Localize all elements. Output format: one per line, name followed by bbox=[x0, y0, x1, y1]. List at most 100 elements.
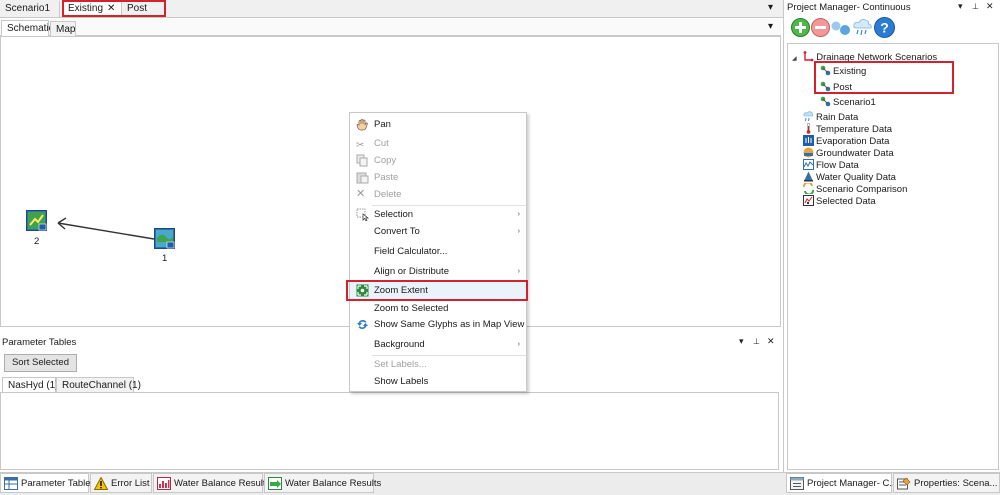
submenu-arrow-icon: › bbox=[517, 341, 520, 348]
menu-item-background-label: Background bbox=[374, 339, 425, 350]
flow-chart-icon bbox=[803, 159, 814, 170]
menu-item-zoom-to-selected[interactable]: Zoom to Selected bbox=[350, 300, 528, 317]
project-toolbar: ? bbox=[788, 17, 908, 39]
table-icon bbox=[4, 477, 18, 490]
rain-cloud-icon[interactable] bbox=[852, 18, 874, 37]
menu-item-selection[interactable]: Selection › bbox=[350, 206, 528, 223]
tab-routechannel-label: RouteChannel (1) bbox=[62, 380, 141, 391]
menu-item-field-calculator[interactable]: Field Calculator... bbox=[350, 243, 528, 260]
menu-item-pan[interactable]: Pan bbox=[350, 116, 528, 133]
water-quality-icon bbox=[804, 171, 813, 182]
tree-label-temperature-data: Temperature Data bbox=[816, 124, 893, 135]
parameter-table-grid[interactable] bbox=[0, 392, 779, 470]
panel-dropdown-icon[interactable]: ▾ bbox=[958, 1, 963, 12]
pin-icon[interactable]: ⊥ bbox=[972, 2, 979, 11]
selected-data-icon bbox=[803, 195, 814, 206]
help-icon[interactable]: ? bbox=[874, 17, 895, 38]
menu-item-show-same-glyphs-label: Show Same Glyphs as in Map View bbox=[374, 319, 525, 330]
submenu-arrow-icon: › bbox=[517, 211, 520, 218]
tree-label-water-quality-data: Water Quality Data bbox=[816, 172, 896, 183]
menu-item-delete[interactable]: ✕ Delete bbox=[350, 186, 528, 203]
delete-x-icon: ✕ bbox=[356, 188, 366, 200]
water-balance-arrow-icon bbox=[268, 477, 282, 490]
menu-item-show-labels[interactable]: Show Labels bbox=[350, 373, 528, 390]
link-arrow[interactable] bbox=[0, 0, 200, 260]
tree-label-evaporation-data: Evaporation Data bbox=[816, 136, 890, 147]
tree-node-scenario1[interactable]: Scenario1 bbox=[820, 96, 876, 109]
parameter-tables-title: Parameter Tables bbox=[2, 337, 77, 348]
add-icon[interactable] bbox=[791, 18, 810, 37]
refresh-icon bbox=[357, 319, 368, 330]
bottom-tab-project-manager-label: Project Manager- C... bbox=[807, 478, 898, 489]
selection-icon bbox=[356, 208, 369, 221]
thermometer-icon bbox=[806, 123, 811, 134]
menu-item-copy[interactable]: Copy bbox=[350, 152, 528, 169]
project-manager-icon bbox=[790, 477, 804, 490]
comparison-icon bbox=[803, 183, 814, 194]
bottom-tab-project-manager[interactable]: Project Manager- C... bbox=[786, 473, 897, 493]
menu-item-delete-label: Delete bbox=[374, 189, 402, 200]
panel-dropdown-icon[interactable]: ▾ bbox=[739, 336, 744, 347]
menu-item-pan-label: Pan bbox=[374, 119, 391, 130]
highlight-zoom-extent bbox=[346, 280, 528, 301]
menu-item-show-same-glyphs[interactable]: Show Same Glyphs as in Map View bbox=[350, 316, 528, 333]
menu-item-selection-label: Selection bbox=[374, 209, 414, 220]
menu-item-copy-label: Copy bbox=[374, 155, 397, 166]
menu-item-paste-label: Paste bbox=[374, 172, 399, 183]
sort-selected-button[interactable]: Sort Selected bbox=[4, 354, 77, 372]
copy-icon bbox=[356, 154, 368, 167]
close-icon[interactable]: ✕ bbox=[986, 1, 994, 12]
menu-item-convert-to[interactable]: Convert To › bbox=[350, 223, 528, 240]
tree-label-groundwater-data: Groundwater Data bbox=[816, 148, 894, 159]
doc-tabs-dropdown-icon[interactable]: ▾ bbox=[768, 2, 773, 13]
close-icon[interactable]: ✕ bbox=[767, 336, 775, 347]
water-balance-chart-icon bbox=[157, 477, 171, 490]
view-tabs-dropdown-icon[interactable]: ▾ bbox=[768, 21, 773, 32]
menu-item-show-labels-label: Show Labels bbox=[374, 376, 429, 387]
menu-item-set-labels[interactable]: Set Labels... bbox=[350, 356, 528, 373]
bottom-tab-error-list-label: Error List bbox=[111, 478, 150, 489]
svg-text:?: ? bbox=[880, 20, 889, 36]
bottom-tab-parameter-tables[interactable]: Parameter Tables bbox=[0, 473, 95, 493]
pan-hand-icon bbox=[356, 119, 368, 131]
scissors-icon: ✂ bbox=[356, 140, 365, 151]
menu-item-cut[interactable]: ✂ Cut bbox=[350, 135, 528, 152]
bottom-tab-error-list[interactable]: Error List bbox=[90, 473, 152, 493]
bottom-tab-properties[interactable]: Properties: Scena... bbox=[893, 473, 1000, 493]
menu-item-set-labels-label: Set Labels... bbox=[374, 359, 427, 370]
tree-node-selected-data[interactable]: Selected Data bbox=[803, 195, 876, 208]
right-panel-separator bbox=[783, 0, 784, 472]
submenu-arrow-icon: › bbox=[517, 268, 520, 275]
sort-selected-label: Sort Selected bbox=[11, 357, 70, 368]
tree-label-scenario-comparison: Scenario Comparison bbox=[816, 184, 908, 195]
submenu-arrow-icon: › bbox=[517, 228, 520, 235]
menu-item-align-or-distribute[interactable]: Align or Distribute › bbox=[350, 263, 528, 280]
pin-icon[interactable]: ⊥ bbox=[753, 337, 760, 346]
tab-nashyd[interactable]: NasHyd (1) bbox=[2, 377, 59, 393]
project-manager-title: Project Manager- Continuous bbox=[787, 2, 911, 13]
bottom-tab-properties-label: Properties: Scena... bbox=[914, 478, 998, 489]
project-tree-panel bbox=[787, 43, 999, 470]
paste-icon bbox=[356, 172, 369, 184]
remove-icon[interactable] bbox=[811, 18, 830, 37]
menu-item-align-or-distribute-label: Align or Distribute bbox=[374, 266, 449, 277]
warning-icon bbox=[94, 477, 108, 490]
tab-routechannel[interactable]: RouteChannel (1) bbox=[56, 377, 141, 393]
tree-label-scenario1: Scenario1 bbox=[833, 97, 876, 108]
tree-label-selected-data: Selected Data bbox=[816, 196, 876, 207]
tree-label-flow-data: Flow Data bbox=[816, 160, 859, 171]
menu-item-background[interactable]: Background › bbox=[350, 336, 528, 353]
rain-icon bbox=[803, 111, 814, 122]
properties-icon bbox=[897, 477, 911, 490]
menu-item-cut-label: Cut bbox=[374, 138, 389, 149]
groundwater-icon bbox=[803, 147, 814, 158]
bottom-tab-water-balance-1[interactable]: Water Balance Results bbox=[153, 473, 270, 493]
bottom-tab-water-balance-2[interactable]: Water Balance Results bbox=[264, 473, 381, 493]
tree-expander-icon[interactable]: ◢ bbox=[792, 56, 797, 62]
bottom-tab-water-balance-2-label: Water Balance Results bbox=[285, 478, 382, 489]
menu-item-paste[interactable]: Paste bbox=[350, 169, 528, 186]
context-menu: Pan ✂ Cut Copy Paste ✕ Delete Selection … bbox=[349, 112, 528, 392]
network-dots-icon[interactable] bbox=[831, 18, 853, 37]
evaporation-icon bbox=[803, 135, 814, 146]
drainage-network-icon bbox=[803, 51, 814, 62]
